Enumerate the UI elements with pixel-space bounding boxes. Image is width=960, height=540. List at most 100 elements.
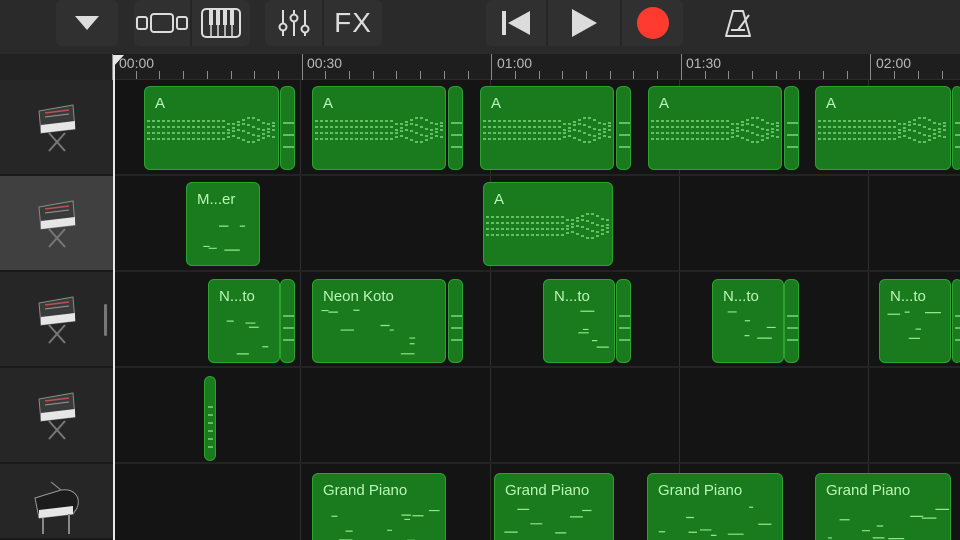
- lane-divider: [113, 174, 960, 176]
- region-loop-tail[interactable]: [952, 279, 960, 363]
- midi-region[interactable]: N...to: [208, 279, 280, 363]
- midi-notes-preview: [208, 406, 213, 448]
- synth-keyboard-icon: [37, 296, 76, 344]
- midi-notes-preview: [787, 315, 798, 341]
- keyboard-button[interactable]: [192, 0, 250, 46]
- browser-toggle-button[interactable]: [56, 0, 118, 46]
- region-name: N...to: [890, 288, 926, 305]
- region-loop-tail[interactable]: [448, 279, 463, 363]
- ruler-minor-tick: [231, 71, 232, 79]
- midi-region[interactable]: [204, 376, 216, 461]
- rewind-button[interactable]: [486, 0, 546, 46]
- ruler-minor-tick: [705, 71, 706, 79]
- midi-region[interactable]: A: [144, 86, 279, 170]
- region-name: A: [494, 191, 505, 208]
- midi-notes-preview: [451, 122, 462, 148]
- ruler-minor-tick: [586, 71, 587, 79]
- region-name: A: [491, 95, 502, 112]
- midi-region[interactable]: Grand Piano: [815, 473, 951, 540]
- ruler-minor-tick: [562, 71, 563, 79]
- midi-notes-preview: [147, 117, 275, 143]
- skip-back-icon: [502, 11, 530, 35]
- region-name: M...er: [197, 191, 236, 208]
- region-loop-tail[interactable]: [616, 279, 631, 363]
- track-header-1[interactable]: [0, 80, 113, 176]
- transport-group: [486, 0, 683, 46]
- midi-region[interactable]: N...to: [543, 279, 615, 363]
- track-resize-handle[interactable]: [104, 304, 107, 336]
- synth-keyboard-icon: [37, 104, 76, 152]
- track-header-2[interactable]: [0, 176, 113, 272]
- tracks-area[interactable]: A A A A A M...er A N...to Neon Koto N...to N...to N…: [113, 80, 960, 540]
- ruler-minor-tick: [373, 71, 374, 79]
- midi-region[interactable]: Grand Piano: [312, 473, 446, 540]
- ruler-label: 02:00: [876, 55, 912, 71]
- ruler-minor-tick: [254, 71, 255, 79]
- ruler-minor-tick: [776, 71, 777, 79]
- view-group: [134, 0, 250, 46]
- ruler-corner: [0, 54, 112, 80]
- midi-notes-preview: [955, 122, 960, 148]
- timeline-ruler[interactable]: 00:00 00:30 01:00 01:30 02:00: [0, 54, 960, 80]
- record-icon: [636, 7, 669, 39]
- ruler-minor-tick: [847, 71, 848, 79]
- midi-notes-preview: [451, 315, 462, 341]
- lane-divider: [113, 366, 960, 368]
- playhead-marker-icon: [113, 55, 124, 67]
- track-header-4[interactable]: [0, 368, 113, 464]
- region-loop-tail[interactable]: [448, 86, 463, 170]
- ruler-minor-tick: [325, 71, 326, 79]
- midi-notes-preview: [283, 315, 294, 341]
- midi-region[interactable]: N...to: [712, 279, 784, 363]
- ruler-minor-tick: [752, 71, 753, 79]
- region-name: Grand Piano: [826, 482, 911, 499]
- region-name: Grand Piano: [323, 482, 408, 499]
- ruler-label: 01:30: [686, 55, 722, 71]
- record-button[interactable]: [622, 0, 683, 46]
- ruler-label: 00:30: [307, 55, 343, 71]
- playhead[interactable]: [113, 56, 115, 540]
- midi-region[interactable]: A: [312, 86, 446, 170]
- ruler-major-tick: [870, 54, 871, 80]
- mixer-button[interactable]: [265, 0, 322, 46]
- metronome-button[interactable]: [710, 0, 766, 46]
- midi-region[interactable]: A: [480, 86, 614, 170]
- midi-region[interactable]: Grand Piano: [494, 473, 614, 540]
- track-header-3[interactable]: [0, 272, 113, 368]
- midi-region[interactable]: N...to: [879, 279, 951, 363]
- play-button[interactable]: [548, 0, 620, 46]
- play-icon: [572, 9, 597, 37]
- region-loop-tail[interactable]: [784, 86, 799, 170]
- ruler-minor-tick: [894, 71, 895, 79]
- tracks-view-button[interactable]: [134, 0, 190, 46]
- region-loop-tail[interactable]: [784, 279, 799, 363]
- lane-divider: [113, 270, 960, 272]
- midi-region[interactable]: A: [815, 86, 951, 170]
- track-header-5[interactable]: [0, 464, 113, 540]
- region-loop-tail[interactable]: [616, 86, 631, 170]
- track-headers: [0, 80, 113, 540]
- midi-region[interactable]: Grand Piano: [647, 473, 783, 540]
- lane-divider: [113, 462, 960, 464]
- midi-notes-preview: [955, 315, 960, 341]
- ruler-minor-tick: [278, 71, 279, 79]
- region-loop-tail[interactable]: [280, 86, 295, 170]
- ruler-minor-tick: [515, 71, 516, 79]
- triangle-down-icon: [75, 16, 99, 30]
- region-name: A: [826, 95, 837, 112]
- region-name: Neon Koto: [323, 288, 394, 305]
- browser-group: [56, 0, 118, 46]
- midi-region[interactable]: A: [648, 86, 782, 170]
- midi-region[interactable]: A: [483, 182, 613, 266]
- region-loop-tail[interactable]: [280, 279, 295, 363]
- region-name: A: [323, 95, 334, 112]
- fx-button[interactable]: FX: [324, 0, 382, 46]
- region-loop-tail[interactable]: [952, 86, 960, 170]
- midi-region[interactable]: M...er: [186, 182, 260, 266]
- ruler-major-tick: [302, 54, 303, 80]
- midi-region[interactable]: Neon Koto: [312, 279, 446, 363]
- piano-keys-icon: [201, 8, 241, 38]
- control-bar: FX: [0, 0, 960, 54]
- region-name: N...to: [554, 288, 590, 305]
- gridline: [300, 80, 301, 540]
